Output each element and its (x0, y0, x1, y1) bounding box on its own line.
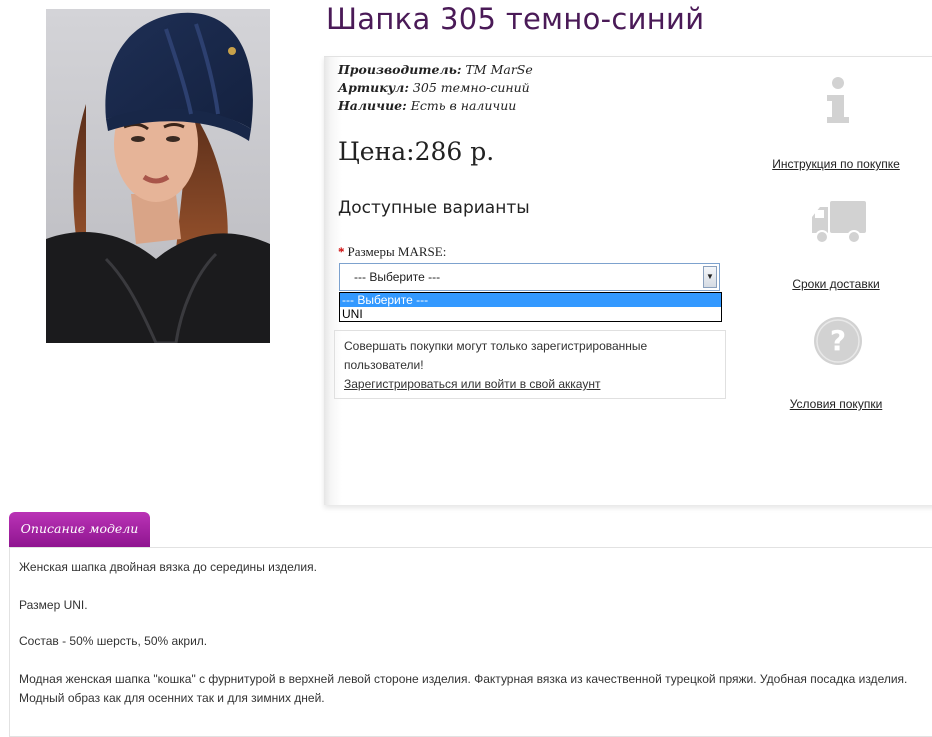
description-paragraph: Женская шапка двойная вязка до середины … (19, 560, 317, 574)
size-label-text: Размеры MARSE: (347, 244, 447, 259)
description-paragraph: Состав - 50% шерсть, 50% акрил. (19, 634, 208, 648)
size-select-value: --- Выберите --- (354, 270, 441, 284)
product-image[interactable] (46, 9, 270, 343)
dropdown-option-choose[interactable]: --- Выберите --- (340, 293, 721, 307)
dropdown-option-uni[interactable]: UNI (340, 307, 721, 321)
variants-heading: Доступные варианты (338, 198, 530, 218)
availability-value: Есть в наличии (410, 98, 517, 113)
description-paragraph: Модная женская шапка "кошка" с фурнитуро… (19, 672, 908, 705)
sku-value: 305 темно-синий (412, 80, 530, 95)
product-photo (46, 9, 270, 343)
size-select[interactable]: --- Выберите --- ▼ (339, 263, 720, 291)
sku-line: Артикул: 305 темно-синий (338, 79, 530, 97)
instructions-link[interactable]: Инструкция по покупке (746, 157, 926, 171)
description-paragraph: Размер UNI. (19, 598, 88, 612)
size-label: * Размеры MARSE: (338, 244, 446, 260)
info-icon[interactable] (819, 73, 857, 125)
sku-label: Артикул: (338, 80, 409, 95)
svg-text:?: ? (830, 324, 846, 357)
chevron-down-icon[interactable]: ▼ (703, 266, 717, 288)
login-register-link[interactable]: Зарегистрироваться или войти в свой акка… (344, 377, 600, 391)
question-icon[interactable]: ? (812, 315, 864, 367)
delivery-terms-link[interactable]: Сроки доставки (746, 277, 926, 291)
required-mark: * (338, 244, 345, 259)
availability-line: Наличие: Есть в наличии (338, 97, 516, 115)
tab-description[interactable]: Описание модели (9, 512, 150, 547)
manufacturer-line: Производитель: ТМ MarSe (338, 61, 533, 79)
purchase-terms-link[interactable]: Условия покупки (746, 397, 926, 411)
notice-text: Совершать покупки могут только зарегистр… (344, 339, 648, 372)
page-title: Шапка 305 темно-синий (326, 2, 705, 36)
availability-label: Наличие: (338, 98, 407, 113)
manufacturer-value: ТМ MarSe (465, 62, 533, 77)
price: Цена:286 р. (338, 137, 495, 166)
product-info-panel: Производитель: ТМ MarSe Артикул: 305 тем… (324, 56, 932, 505)
registration-notice: Совершать покупки могут только зарегистр… (334, 330, 726, 399)
size-dropdown-list: --- Выберите --- UNI (339, 292, 722, 322)
manufacturer-label: Производитель: (338, 62, 462, 77)
truck-icon[interactable] (810, 197, 868, 247)
